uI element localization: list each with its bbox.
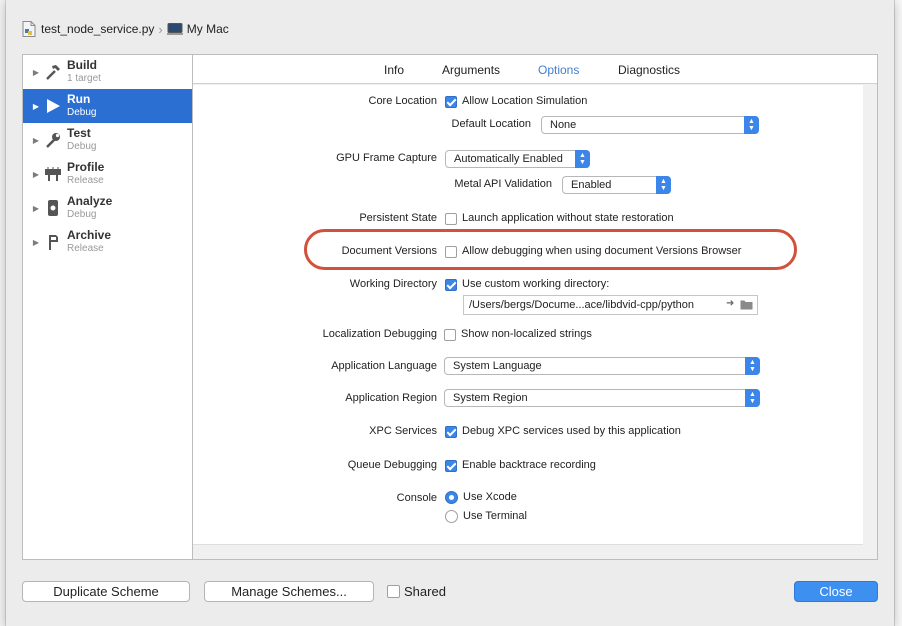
application-language-value: System Language [453,360,542,372]
action-subtitle: Debug [67,209,97,220]
close-button[interactable]: Close [794,581,878,602]
gpu-frame-capture-popup[interactable]: Automatically Enabled ▲ ▼ [445,150,590,168]
archive-icon [43,232,63,252]
scheme-settings-pane: Info Arguments Options Diagnostics Core … [192,54,878,560]
scheme-editor-sheet: test_node_service.py › My Mac ▶ Build 1 … [6,0,894,626]
show-non-localized-strings-text: Show non-localized strings [461,328,592,340]
localization-debugging-label: Localization Debugging [322,328,437,340]
working-directory-path: /Users/bergs/Docume...ace/libdvid-cpp/py… [469,299,694,311]
disclosure-triangle-icon[interactable]: ▶ [29,102,43,111]
debug-xpc-services-text: Debug XPC services used by this applicat… [462,425,681,437]
action-subtitle: Debug [67,141,97,152]
console-use-xcode-radio[interactable] [445,491,458,504]
console-use-xcode-text: Use Xcode [463,491,517,503]
application-region-label: Application Region [345,392,437,404]
disclosure-triangle-icon[interactable]: ▶ [29,238,43,247]
application-region-popup[interactable]: System Region ▲ ▼ [444,389,760,407]
options-content: Core Location Allow Location Simulation … [193,85,863,545]
action-title: Analyze [67,194,113,208]
action-profile[interactable]: ▶ Profile Release [23,157,192,191]
action-test[interactable]: ▶ Test Debug [23,123,192,157]
action-title: Archive [67,228,112,242]
application-region-value: System Region [453,392,528,404]
enable-backtrace-recording-text: Enable backtrace recording [462,459,596,471]
disclosure-triangle-icon[interactable]: ▶ [29,136,43,145]
action-title: Profile [67,160,105,174]
wrench-icon [43,130,63,150]
core-location-label: Core Location [368,95,438,107]
action-analyze[interactable]: ▶ Analyze Debug [23,191,192,225]
breadcrumb-destination[interactable]: My Mac [187,22,229,36]
default-location-value: None [550,119,577,131]
hammer-icon [43,62,63,82]
chevron-right-icon: › [158,21,163,37]
action-title: Run [67,92,91,106]
disclosure-triangle-icon[interactable]: ▶ [29,170,43,179]
console-use-terminal-radio[interactable] [445,510,458,523]
action-subtitle: Release [67,175,104,186]
tab-arguments[interactable]: Arguments [442,63,500,77]
instruments-icon [43,164,63,184]
play-icon [43,96,63,116]
allow-location-simulation-text: Allow Location Simulation [462,95,588,107]
action-title: Test [67,126,91,140]
analyze-icon [43,198,63,218]
enable-backtrace-recording-checkbox[interactable] [445,460,457,472]
shared-checkbox[interactable] [387,585,400,598]
arrow-circle-right-icon[interactable]: ➜ [726,298,734,309]
working-directory-path-field[interactable]: /Users/bergs/Docume...ace/libdvid-cpp/py… [463,295,758,315]
mac-icon [166,23,183,35]
default-location-popup[interactable]: None ▲ ▼ [541,116,759,134]
debug-xpc-services-checkbox[interactable] [445,426,457,438]
disclosure-triangle-icon[interactable]: ▶ [29,68,43,77]
action-archive[interactable]: ▶ Archive Release [23,225,192,259]
manage-schemes-button[interactable]: Manage Schemes... [204,581,374,602]
action-subtitle: Release [67,243,104,254]
scheme-action-list: ▶ Build 1 target ▶ Run Debug ▶ Test Debu… [22,54,193,560]
action-title: Build [67,58,97,72]
metal-api-validation-value: Enabled [571,179,612,191]
popup-arrows-icon: ▲ ▼ [744,116,759,134]
xpc-services-label: XPC Services [369,425,437,437]
application-language-popup[interactable]: System Language ▲ ▼ [444,357,760,375]
metal-api-validation-label: Metal API Validation [454,178,552,190]
gpu-frame-capture-label: GPU Frame Capture [336,152,437,164]
show-non-localized-strings-checkbox[interactable] [444,329,456,341]
annotation-highlight-ring [304,229,797,270]
default-location-label: Default Location [451,118,532,130]
popup-arrows-icon: ▲ ▼ [745,357,760,375]
launch-without-state-restoration-text: Launch application without state restora… [462,212,674,224]
allow-location-simulation-checkbox[interactable] [445,96,457,108]
console-use-terminal-text: Use Terminal [463,510,527,522]
launch-without-state-restoration-checkbox[interactable] [445,213,457,225]
shared-label: Shared [404,584,446,599]
action-build[interactable]: ▶ Build 1 target [23,55,192,89]
use-custom-working-directory-text: Use custom working directory: [462,278,610,290]
tab-bar: Info Arguments Options Diagnostics [193,55,877,84]
disclosure-triangle-icon[interactable]: ▶ [29,204,43,213]
action-subtitle: Debug [67,107,97,118]
folder-icon[interactable] [740,299,753,310]
use-custom-working-directory-checkbox[interactable] [445,279,457,291]
gpu-frame-capture-value: Automatically Enabled [454,153,563,165]
popup-arrows-icon: ▲ ▼ [745,389,760,407]
action-subtitle: 1 target [67,73,101,84]
background-window-edge-right [894,0,902,626]
working-directory-label: Working Directory [349,278,437,290]
console-label: Console [396,492,437,504]
popup-arrows-icon: ▲ ▼ [656,176,671,194]
breadcrumb-file[interactable]: test_node_service.py [41,22,154,36]
popup-arrows-icon: ▲ ▼ [575,150,590,168]
queue-debugging-label: Queue Debugging [347,459,437,471]
persistent-state-label: Persistent State [359,212,437,224]
action-run[interactable]: ▶ Run Debug [23,89,192,123]
breadcrumb: test_node_service.py › My Mac [22,20,229,38]
application-language-label: Application Language [331,360,437,372]
tab-diagnostics[interactable]: Diagnostics [618,63,680,77]
tab-options[interactable]: Options [538,63,579,77]
duplicate-scheme-button[interactable]: Duplicate Scheme [22,581,190,602]
python-file-icon [22,21,36,37]
metal-api-validation-popup[interactable]: Enabled ▲ ▼ [562,176,671,194]
tab-info[interactable]: Info [384,63,404,77]
